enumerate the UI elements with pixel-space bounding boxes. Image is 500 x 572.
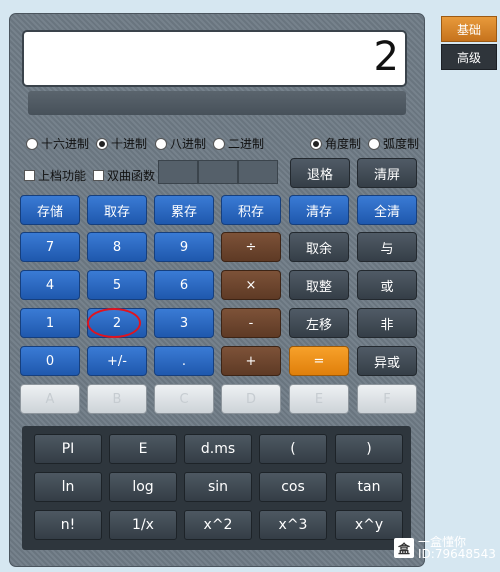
digit-4-button[interactable]: 4: [20, 270, 80, 300]
angle-radian[interactable]: 弧度制: [368, 135, 419, 152]
mem-mul-button[interactable]: 积存: [221, 195, 281, 225]
shift-label: 上档功能: [38, 169, 87, 183]
sci-factorial-button[interactable]: n!: [34, 510, 102, 540]
sci-sin-button[interactable]: sin: [184, 472, 252, 502]
mem-recall-button[interactable]: 取存: [87, 195, 147, 225]
angle-radian-label: 弧度制: [383, 137, 420, 151]
sci-square-button[interactable]: x^2: [184, 510, 252, 540]
radix-oct[interactable]: 八进制: [155, 135, 206, 152]
hex-d-button[interactable]: D: [221, 384, 281, 414]
decimal-button[interactable]: .: [154, 346, 214, 376]
sci-pi-button[interactable]: PI: [34, 434, 102, 464]
sci-lparen-button[interactable]: (: [259, 434, 327, 464]
sci-dms-button[interactable]: d.ms: [184, 434, 252, 464]
memory-indicator: [158, 160, 198, 184]
memory-indicator: [238, 160, 278, 184]
radix-hex[interactable]: 十六进制: [26, 135, 89, 152]
sci-e-button[interactable]: E: [109, 434, 177, 464]
watermark-id: ID:79648543: [418, 547, 496, 561]
tab-advanced[interactable]: 高级: [441, 44, 497, 70]
digit-1-button[interactable]: 1: [20, 308, 80, 338]
hex-e-button[interactable]: E: [289, 384, 349, 414]
sci-rparen-button[interactable]: ): [335, 434, 403, 464]
mod-button[interactable]: 取余: [289, 232, 349, 262]
add-button[interactable]: +: [221, 346, 281, 376]
or-button[interactable]: 或: [357, 270, 417, 300]
radix-dec-label: 十进制: [111, 137, 148, 151]
radix-dec[interactable]: 十进制: [96, 135, 147, 152]
digit-7-button[interactable]: 7: [20, 232, 80, 262]
angle-degree[interactable]: 角度制: [310, 135, 361, 152]
multiply-button[interactable]: ×: [221, 270, 281, 300]
display-screen: 2: [22, 30, 407, 87]
clear-all-button[interactable]: 全清: [357, 195, 417, 225]
radix-bin[interactable]: 二进制: [213, 135, 264, 152]
digit-3-button[interactable]: 3: [154, 308, 214, 338]
shift-checkbox[interactable]: 上档功能: [24, 167, 86, 184]
digit-0-button[interactable]: 0: [20, 346, 80, 376]
display-value: 2: [373, 34, 399, 80]
left-shift-button[interactable]: 左移: [289, 308, 349, 338]
radix-hex-label: 十六进制: [41, 137, 90, 151]
not-button[interactable]: 非: [357, 308, 417, 338]
radio-icon[interactable]: [368, 137, 380, 150]
memory-indicator: [198, 160, 238, 184]
radix-bin-label: 二进制: [228, 137, 265, 151]
digit-9-button[interactable]: 9: [154, 232, 214, 262]
checkbox-icon[interactable]: [93, 170, 104, 181]
watermark: 盒 一盒懂你 ID:79648543: [394, 536, 496, 560]
sci-log-button[interactable]: log: [109, 472, 177, 502]
radio-icon[interactable]: [213, 137, 225, 150]
hyper-checkbox[interactable]: 双曲函数: [93, 167, 155, 184]
hex-a-button[interactable]: A: [20, 384, 80, 414]
mem-clear-button[interactable]: 清存: [289, 195, 349, 225]
radix-oct-label: 八进制: [170, 137, 207, 151]
radio-icon[interactable]: [26, 137, 38, 150]
radio-selected-icon[interactable]: [96, 137, 108, 150]
radio-icon[interactable]: [155, 137, 167, 150]
equals-button[interactable]: =: [289, 346, 349, 376]
digit-6-button[interactable]: 6: [154, 270, 214, 300]
sci-cube-button[interactable]: x^3: [259, 510, 327, 540]
watermark-logo-icon: 盒: [394, 538, 414, 558]
tab-basic[interactable]: 基础: [441, 16, 497, 42]
hex-c-button[interactable]: C: [154, 384, 214, 414]
backspace-button[interactable]: 退格: [290, 158, 350, 188]
clear-screen-button[interactable]: 清屏: [357, 158, 417, 188]
radio-selected-icon[interactable]: [310, 137, 322, 150]
int-button[interactable]: 取整: [289, 270, 349, 300]
secondary-display: [28, 91, 406, 115]
angle-degree-label: 角度制: [325, 137, 362, 151]
and-button[interactable]: 与: [357, 232, 417, 262]
digit-2-button[interactable]: 2: [87, 308, 147, 338]
checkbox-icon[interactable]: [24, 170, 35, 181]
digit-8-button[interactable]: 8: [87, 232, 147, 262]
sci-ln-button[interactable]: ln: [34, 472, 102, 502]
subtract-button[interactable]: -: [221, 308, 281, 338]
hex-b-button[interactable]: B: [87, 384, 147, 414]
digit-5-button[interactable]: 5: [87, 270, 147, 300]
sci-cos-button[interactable]: cos: [259, 472, 327, 502]
mem-store-button[interactable]: 存储: [20, 195, 80, 225]
divide-button[interactable]: ÷: [221, 232, 281, 262]
sci-tan-button[interactable]: tan: [335, 472, 403, 502]
hex-f-button[interactable]: F: [357, 384, 417, 414]
xor-button[interactable]: 异或: [357, 346, 417, 376]
sci-reciprocal-button[interactable]: 1/x: [109, 510, 177, 540]
negate-button[interactable]: +/-: [87, 346, 147, 376]
hyper-label: 双曲函数: [107, 169, 156, 183]
mem-add-button[interactable]: 累存: [154, 195, 214, 225]
sci-power-button[interactable]: x^y: [335, 510, 403, 540]
